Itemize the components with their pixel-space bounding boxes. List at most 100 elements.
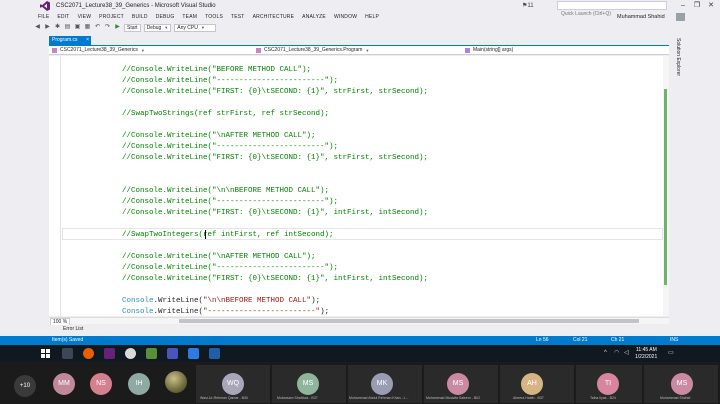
horizontal-scrollbar-thumb[interactable]: [179, 319, 639, 323]
participant-avatar[interactable]: NS: [90, 373, 112, 395]
chevron-down-icon: ▼: [140, 48, 145, 53]
windows-taskbar: ^ ◠ ◁ 11:45 AM 1/22/2021 ▭: [0, 345, 720, 362]
maximize-button[interactable]: ❐: [690, 0, 704, 11]
notification-count: 11: [527, 3, 534, 9]
save-all-icon[interactable]: ▦: [84, 24, 91, 31]
tab-label: Program.cs: [52, 37, 78, 43]
back-icon[interactable]: ◀: [34, 24, 41, 31]
save-icon[interactable]: ▣: [74, 24, 81, 31]
menu-bar: FILE EDIT VIEW PROJECT BUILD DEBUG TEAM …: [34, 12, 383, 22]
code-line: //Console.WriteLine("\nAFTER METHOD CALL…: [122, 253, 316, 261]
participant-avatar[interactable]: IH: [128, 373, 150, 395]
signed-in-user[interactable]: Muhammad Shahid: [617, 12, 665, 22]
member-value: Main(string[] args): [473, 47, 514, 53]
code-line: //Console.WriteLine("-------------------…: [122, 143, 339, 151]
notifications-icon[interactable]: ▭: [668, 350, 674, 357]
member-dropdown[interactable]: Main(string[] args): [465, 47, 513, 54]
folder-icon[interactable]: [188, 348, 199, 359]
clock-time[interactable]: 11:45 AM: [636, 347, 657, 353]
menu-build[interactable]: BUILD: [128, 12, 152, 22]
tray-chevron-icon[interactable]: ^: [604, 350, 607, 357]
visual-studio-taskbar-icon[interactable]: [104, 348, 115, 359]
menu-window[interactable]: WINDOW: [330, 12, 361, 22]
start-debug-icon[interactable]: ▶: [114, 24, 121, 31]
participant-avatar: WQ: [222, 373, 244, 395]
menu-edit[interactable]: EDIT: [53, 12, 73, 22]
status-line: Ln 56: [536, 337, 549, 343]
status-char: Ch 21: [611, 337, 625, 343]
chevron-down-icon: ▼: [200, 24, 205, 30]
undo-icon[interactable]: ↶: [94, 24, 101, 31]
code-line: //Console.WriteLine("\nAFTER METHOD CALL…: [122, 132, 316, 140]
participant-avatar: MS: [671, 373, 693, 395]
quick-launch-box[interactable]: [557, 1, 667, 18]
start-button[interactable]: Start: [124, 23, 141, 32]
menu-file[interactable]: FILE: [34, 12, 53, 22]
teams-icon[interactable]: [167, 348, 178, 359]
menu-help[interactable]: HELP: [361, 12, 383, 22]
word-icon[interactable]: [209, 348, 220, 359]
volume-icon[interactable]: ◁: [624, 350, 629, 357]
code-token: .WriteLine(: [153, 308, 204, 316]
code-line: //Console.WriteLine("FIRST: {0}\tSECOND:…: [122, 88, 429, 96]
menu-project[interactable]: PROJECT: [95, 12, 128, 22]
participant-avatar: MS: [297, 373, 319, 395]
project-dropdown[interactable]: CSC2071_Lecture38_39_Generics ▼: [52, 47, 145, 54]
menu-team[interactable]: TEAM: [178, 12, 201, 22]
start-label: Start: [127, 24, 138, 31]
clock-date[interactable]: 1/22/2021: [635, 354, 657, 360]
csharp-project-icon: [52, 48, 57, 53]
participant-avatar[interactable]: MM: [53, 373, 75, 395]
firefox-icon[interactable]: [83, 348, 94, 359]
tab-program-cs[interactable]: Program.cs ×: [49, 36, 91, 45]
vertical-scrollbar[interactable]: [663, 56, 669, 316]
code-line: //Console.WriteLine("FIRST: {0}\tSECOND:…: [122, 275, 429, 283]
console-identifier: Console: [122, 308, 154, 316]
participant-name: Talha Ilyas - B24: [590, 396, 616, 400]
chrome-icon[interactable]: [125, 348, 136, 359]
user-avatar[interactable]: [676, 13, 685, 21]
tab-close-icon[interactable]: ×: [86, 36, 89, 45]
minimize-button[interactable]: –: [676, 0, 690, 11]
class-dropdown[interactable]: CSC2071_Lecture38_39_Generics.Program ▼: [256, 47, 369, 54]
menu-debug[interactable]: DEBUG: [152, 12, 179, 22]
participant-name: Abeera Habib - B37: [513, 396, 544, 400]
code-line: //Console.WriteLine("-------------------…: [122, 264, 339, 272]
close-button[interactable]: ✕: [704, 0, 718, 11]
redo-icon[interactable]: ↷: [104, 24, 111, 31]
status-message: Item(s) Saved: [52, 337, 84, 343]
participant-photo-avatar[interactable]: [165, 371, 187, 393]
solution-explorer-tab[interactable]: Solution Explorer: [673, 38, 681, 98]
participant-avatar: MK: [371, 373, 393, 395]
code-line-live: Console.WriteLine("---------------------…: [122, 307, 428, 316]
windows-start-icon[interactable]: [41, 349, 50, 358]
wifi-icon[interactable]: ◠: [614, 350, 619, 357]
tool-window-tabs: Error List: [0, 325, 720, 334]
standard-toolbar: ◀ ▶ ✱ ▤ ▣ ▦ ↶ ↷ ▶ Start Debug ▼ Any CPU ▼: [34, 22, 684, 33]
code-line: //Console.WriteLine("-------------------…: [122, 77, 339, 85]
code-text[interactable]: //Console.WriteLine("BEFORE METHOD CALL"…: [122, 65, 428, 316]
error-list-tab[interactable]: Error List: [63, 326, 83, 333]
forward-icon[interactable]: ▶: [44, 24, 51, 31]
string-literal: "------------------------": [203, 308, 321, 316]
code-line: //SwapTwoStrings(ref strFirst, ref strSe…: [122, 110, 330, 118]
platform-dropdown[interactable]: Any CPU ▼: [174, 23, 217, 32]
notifications-flag[interactable]: ⚑11: [522, 1, 534, 11]
menu-architecture[interactable]: ARCHITECTURE: [249, 12, 299, 22]
new-project-icon[interactable]: ✱: [54, 24, 61, 31]
menu-analyze[interactable]: ANALYZE: [298, 12, 330, 22]
chevron-down-icon: ▼: [164, 24, 169, 30]
menu-test[interactable]: TEST: [227, 12, 249, 22]
task-view-icon[interactable]: [62, 348, 73, 359]
participant-name: Mubarsam Shahbaz - B37: [277, 396, 318, 400]
configuration-dropdown[interactable]: Debug ▼: [143, 23, 172, 32]
more-participants-button[interactable]: +10: [14, 375, 36, 397]
code-editor[interactable]: //Console.WriteLine("BEFORE METHOD CALL"…: [49, 56, 663, 316]
menu-tools[interactable]: TOOLS: [201, 12, 227, 22]
app-icon[interactable]: [146, 348, 157, 359]
menu-view[interactable]: VIEW: [74, 12, 96, 22]
open-file-icon[interactable]: ▤: [64, 24, 71, 31]
